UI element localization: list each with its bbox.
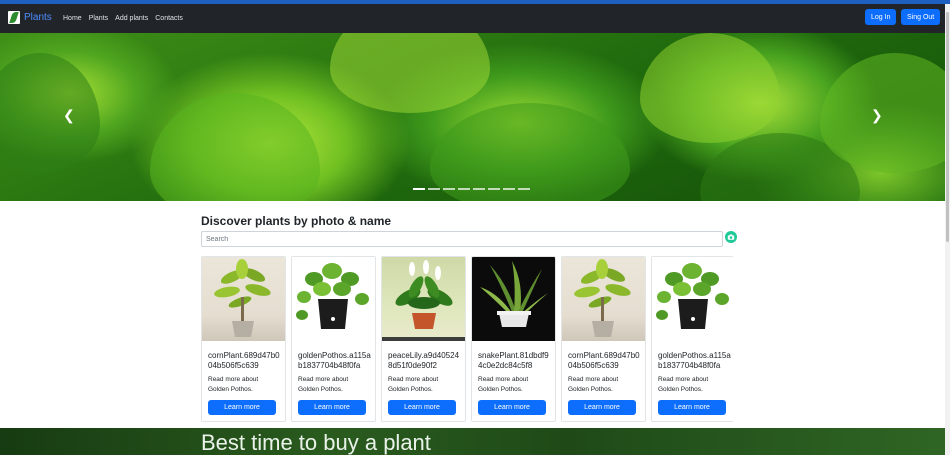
carousel-next-button[interactable]: ❯ (871, 107, 883, 124)
plant-card: goldenPothos.a115ab1837704b48f0fa Read m… (291, 256, 376, 422)
banner-title: Best time to buy a plant (201, 430, 431, 455)
plant-card: cornPlant.689d47b004b506f5c639 Read more… (201, 256, 286, 422)
nav-link-plants[interactable]: Plants (89, 15, 108, 22)
hero-leaf-shape (640, 33, 780, 143)
carousel-indicator[interactable] (473, 188, 485, 190)
carousel-indicator[interactable] (443, 188, 455, 190)
plant-card: goldenPothos.a115ab1837704b48f0fa Read m… (651, 256, 733, 422)
camera-icon (727, 234, 735, 240)
card-title: goldenPothos.a115ab1837704b48f0fa (298, 351, 371, 370)
card-text: Read more about Golden Pothos. (388, 376, 439, 393)
card-text: Read more about Golden Pothos. (208, 376, 259, 393)
card-title: cornPlant.689d47b004b506f5c639 (208, 351, 280, 370)
hero-carousel: ❮ ❯ (0, 33, 945, 201)
card-text: Read more about Golden Pothos. (298, 376, 349, 393)
card-title: peaceLily.a9d405248d51f0de90f2 (388, 351, 460, 370)
search-input[interactable] (201, 231, 723, 247)
learn-more-button[interactable]: Learn more (388, 400, 456, 415)
golden-pothos-image (652, 257, 733, 341)
learn-more-button[interactable]: Learn more (478, 400, 546, 415)
card-title: cornPlant.689d47b004b506f5c639 (568, 351, 640, 370)
hero-leaf-shape (150, 93, 320, 201)
brand[interactable]: Plants (8, 11, 52, 24)
hero-leaf-shape (0, 53, 100, 173)
carousel-indicator[interactable] (518, 188, 530, 190)
snake-plant-image (472, 257, 555, 341)
brand-name: Plants (24, 12, 52, 23)
bottom-banner: Best time to buy a plant (0, 428, 945, 455)
signout-button[interactable]: Sing Out (901, 9, 941, 25)
card-title: snakePlant.81dbdf94c0e2dc84c5f8 (478, 351, 549, 370)
card-text: Read more about Golden Pothos. (658, 376, 709, 393)
plant-card: cornPlant.689d47b004b506f5c639 Read more… (561, 256, 646, 422)
carousel-indicators (413, 188, 530, 190)
navbar: Plants Home Plants Add plants Contacts L… (0, 4, 945, 33)
hero-leaf-shape (330, 33, 490, 113)
carousel-prev-button[interactable]: ❮ (63, 107, 75, 124)
learn-more-button[interactable]: Learn more (568, 400, 636, 415)
carousel-indicator[interactable] (428, 188, 440, 190)
plant-cards: cornPlant.689d47b004b506f5c639 Read more… (201, 256, 733, 422)
nav-links: Home Plants Add plants Contacts (63, 15, 183, 22)
scrollbar-thumb[interactable] (946, 12, 949, 242)
card-text: Read more about Golden Pothos. (568, 376, 619, 393)
plant-card: snakePlant.81dbdf94c0e2dc84c5f8 Read mor… (471, 256, 556, 422)
card-title: goldenPothos.a115ab1837704b48f0fa (658, 351, 731, 370)
camera-search-button[interactable] (725, 231, 737, 243)
nav-link-contacts[interactable]: Contacts (155, 15, 183, 22)
corn-plant-image (202, 257, 285, 341)
nav-link-add-plants[interactable]: Add plants (115, 15, 148, 22)
carousel-indicator[interactable] (503, 188, 515, 190)
hero-leaf-shape (430, 103, 630, 201)
nav-link-home[interactable]: Home (63, 15, 82, 22)
carousel-indicator[interactable] (413, 188, 425, 190)
section-title: Discover plants by photo & name (201, 214, 392, 228)
peace-lily-image (382, 257, 465, 341)
corn-plant-image (562, 257, 645, 341)
leaf-logo-icon (8, 11, 20, 24)
learn-more-button[interactable]: Learn more (298, 400, 366, 415)
golden-pothos-image (292, 257, 375, 341)
learn-more-button[interactable]: Learn more (658, 400, 726, 415)
card-text: Read more about Golden Pothos. (478, 376, 529, 393)
carousel-indicator[interactable] (488, 188, 500, 190)
carousel-indicator[interactable] (458, 188, 470, 190)
plant-card: peaceLily.a9d405248d51f0de90f2 Read more… (381, 256, 466, 422)
learn-more-button[interactable]: Learn more (208, 400, 276, 415)
login-button[interactable]: Log In (865, 9, 897, 25)
